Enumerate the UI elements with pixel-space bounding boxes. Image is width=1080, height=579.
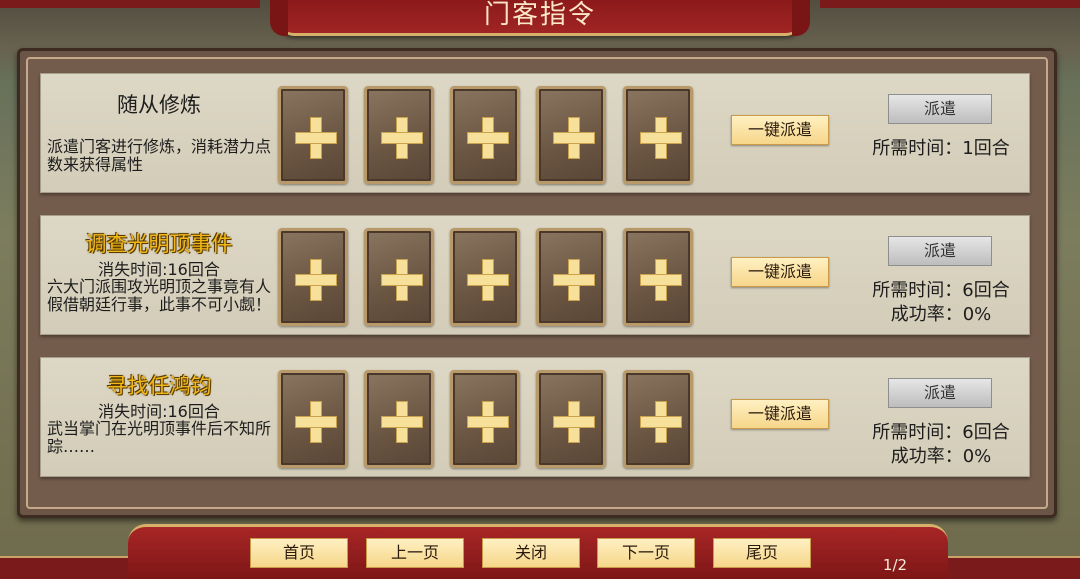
mission-description: 武当掌门在光明顶事件后不知所踪…… [47, 419, 272, 456]
mission-description: 六大门派围攻光明顶之事竟有人假借朝廷行事，此事不可小觑！ [47, 277, 272, 314]
top-frame-left [0, 0, 260, 8]
first-page-button[interactable]: 首页 [250, 538, 348, 568]
last-page-button[interactable]: 尾页 [713, 538, 811, 568]
mission-row: 寻找任鸿钧 消失时间:16回合 武当掌门在光明顶事件后不知所踪…… 一键派遣 派… [40, 357, 1030, 477]
follower-slot[interactable] [364, 370, 434, 468]
follower-slot[interactable] [536, 228, 606, 326]
page-title: 门客指令 [483, 0, 596, 30]
mission-title: 调查光明顶事件 [85, 232, 233, 256]
next-page-button[interactable]: 下一页 [597, 538, 695, 568]
mission-title: 寻找任鸿钧 [106, 374, 212, 398]
title-bar: 门客指令 [270, 0, 810, 36]
success-rate: 成功率：0% [890, 446, 992, 467]
follower-slot[interactable] [278, 86, 348, 184]
dispatch-button[interactable]: 派遣 [888, 94, 992, 124]
prev-page-button[interactable]: 上一页 [366, 538, 464, 568]
mission-title: 随从修炼 [117, 93, 201, 117]
mission-row: 调查光明顶事件 消失时间:16回合 六大门派围攻光明顶之事竟有人假借朝廷行事，此… [40, 215, 1030, 335]
dispatch-button[interactable]: 派遣 [888, 236, 992, 266]
auto-dispatch-button[interactable]: 一键派遣 [731, 257, 829, 287]
required-time: 所需时间：6回合 [872, 422, 1010, 443]
dispatch-button[interactable]: 派遣 [888, 378, 992, 408]
follower-slot[interactable] [364, 86, 434, 184]
follower-slot[interactable] [364, 228, 434, 326]
close-button[interactable]: 关闭 [482, 538, 580, 568]
top-frame-right [820, 0, 1080, 8]
follower-slot[interactable] [623, 370, 693, 468]
follower-slot[interactable] [450, 370, 520, 468]
follower-slot[interactable] [450, 228, 520, 326]
follower-slot[interactable] [536, 86, 606, 184]
auto-dispatch-button[interactable]: 一键派遣 [731, 115, 829, 145]
required-time: 所需时间：6回合 [872, 280, 1010, 301]
page-indicator: 1/2 [882, 556, 908, 574]
bottom-frame-left [0, 556, 140, 579]
follower-slot[interactable] [278, 370, 348, 468]
required-time: 所需时间：1回合 [872, 138, 1010, 159]
mission-description: 派遣门客进行修炼，消耗潜力点数来获得属性 [47, 137, 272, 174]
success-rate: 成功率：0% [890, 304, 992, 325]
auto-dispatch-button[interactable]: 一键派遣 [731, 399, 829, 429]
follower-slot[interactable] [623, 228, 693, 326]
follower-slot[interactable] [278, 228, 348, 326]
mission-row: 随从修炼 派遣门客进行修炼，消耗潜力点数来获得属性 一键派遣 派遣 所需时间：1… [40, 73, 1030, 193]
follower-slot[interactable] [536, 370, 606, 468]
follower-slot[interactable] [623, 86, 693, 184]
bottom-frame-right [940, 556, 1080, 579]
follower-slot[interactable] [450, 86, 520, 184]
